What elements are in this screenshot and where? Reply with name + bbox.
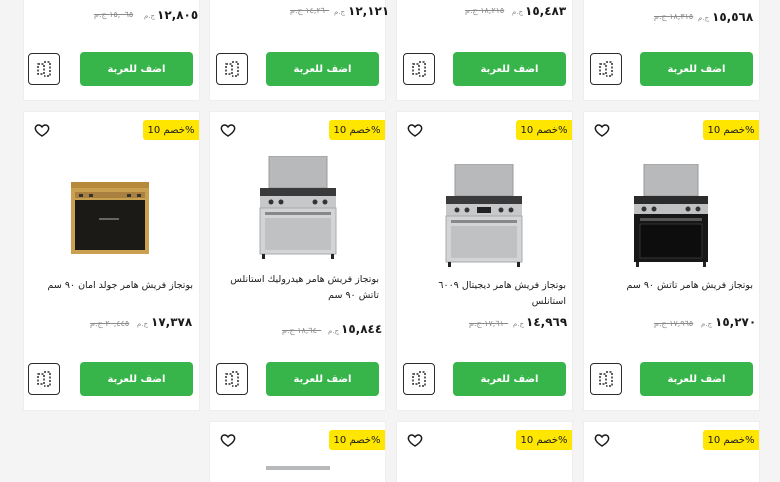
price-row: ١٥,٠٦٥ ج.م ج.م ١٢,٨٠٥ bbox=[24, 8, 199, 30]
product-name[interactable]: بوتجاز فريش هامر جولد امان ٩٠ سم bbox=[34, 278, 193, 294]
price-row: ١٨,٢١٥ ج.م ج.م ١٥,٤٨٣ bbox=[397, 4, 572, 26]
currency: ج.م bbox=[701, 320, 713, 328]
current-price: ١٤,٩٦٩ bbox=[526, 315, 568, 329]
current-price: ١٥,٨٤٤ bbox=[341, 322, 383, 336]
add-to-cart-button[interactable]: اضف للعربة bbox=[453, 362, 566, 396]
price-row: ١٤,٢٦٠ ج.م ج.م ١٢,١٢١ bbox=[210, 4, 389, 26]
old-price: ٢٠,٤٤٥ ج.م bbox=[90, 319, 130, 328]
currency: ج.م bbox=[144, 12, 156, 20]
old-price: ١٨,٢١٥ ج.م bbox=[465, 6, 505, 15]
current-price: ١٥,٥٦٨ bbox=[712, 10, 754, 24]
product-card: خصم 10% bbox=[584, 422, 759, 482]
current-price: ١٢,١٢١ bbox=[348, 4, 390, 18]
current-price: ١٥,٢٧٠ bbox=[715, 315, 757, 329]
currency: ج.م bbox=[698, 14, 710, 22]
product-image[interactable] bbox=[69, 178, 151, 256]
discount-badge: خصم 10% bbox=[516, 120, 572, 140]
currency: ج.م bbox=[512, 8, 524, 16]
compare-icon bbox=[412, 61, 426, 77]
product-card: خصم 10% بوتجاز فريش هامر تاتش ٩٠ سم ١٧,٩… bbox=[584, 112, 759, 410]
wishlist-heart-icon[interactable] bbox=[594, 122, 610, 138]
currency: ج.م bbox=[137, 320, 149, 328]
currency: ج.م bbox=[513, 320, 525, 328]
product-card: ١٨,٣١٥ ج.م ج.م ١٥,٥٦٨ اضف للعربة bbox=[584, 0, 759, 100]
product-image[interactable] bbox=[443, 164, 525, 268]
product-card: خصم 10% bbox=[210, 422, 385, 482]
old-price: ١٨,٦٤٠ ج.م bbox=[282, 326, 322, 335]
compare-icon bbox=[37, 371, 51, 387]
compare-button[interactable] bbox=[403, 53, 435, 85]
add-to-cart-button[interactable]: اضف للعربة bbox=[640, 362, 753, 396]
product-image[interactable] bbox=[632, 164, 710, 268]
add-to-cart-button[interactable]: اضف للعربة bbox=[640, 52, 753, 86]
compare-icon bbox=[599, 371, 613, 387]
product-image[interactable] bbox=[257, 156, 339, 260]
discount-badge: خصم 10% bbox=[329, 430, 385, 450]
compare-icon bbox=[37, 61, 51, 77]
old-price: ١٨,٣١٥ ج.م bbox=[654, 12, 694, 21]
product-card: خصم 10% bbox=[397, 422, 572, 482]
currency: ج.م bbox=[328, 327, 340, 335]
compare-icon bbox=[599, 61, 613, 77]
compare-button[interactable] bbox=[28, 53, 60, 85]
current-price: ١٢,٨٠٥ bbox=[157, 8, 199, 22]
product-card: ١٥,٠٦٥ ج.م ج.م ١٢,٨٠٥ اضف للعربة bbox=[24, 0, 199, 100]
compare-icon bbox=[225, 61, 239, 77]
price-row: ١٨,٦٤٠ ج.م ج.م ١٥,٨٤٤ bbox=[210, 322, 385, 344]
wishlist-heart-icon[interactable] bbox=[220, 432, 236, 448]
product-card: ١٨,٢١٥ ج.م ج.م ١٥,٤٨٣ اضف للعربة bbox=[397, 0, 572, 100]
price-row: ١٨,٣١٥ ج.م ج.م ١٥,٥٦٨ bbox=[584, 10, 759, 32]
compare-button[interactable] bbox=[590, 53, 622, 85]
compare-button[interactable] bbox=[590, 363, 622, 395]
discount-badge: خصم 10% bbox=[143, 120, 199, 140]
old-price: ١٧,٦١٠ ج.م bbox=[469, 319, 509, 328]
old-price: ١٧,٩٦٥ ج.م bbox=[654, 319, 694, 328]
wishlist-heart-icon[interactable] bbox=[407, 122, 423, 138]
compare-button[interactable] bbox=[28, 363, 60, 395]
currency: ج.م bbox=[334, 8, 346, 16]
product-name[interactable]: بوتجاز فريش هامر ديجيتال ٦٠٠٩ استانلس bbox=[407, 278, 566, 310]
product-card: خصم 10% بوتجاز فريش هامر ديجيتال ٦٠٠٩ اس… bbox=[397, 112, 572, 410]
compare-icon bbox=[225, 371, 239, 387]
current-price: ١٧,٣٧٨ bbox=[151, 315, 193, 329]
discount-badge: خصم 10% bbox=[516, 430, 572, 450]
discount-badge: خصم 10% bbox=[703, 430, 759, 450]
wishlist-heart-icon[interactable] bbox=[220, 122, 236, 138]
old-price: ١٥,٠٦٥ ج.م bbox=[94, 10, 134, 19]
compare-button[interactable] bbox=[216, 363, 248, 395]
add-to-cart-button[interactable]: اضف للعربة bbox=[453, 52, 566, 86]
price-row: ١٧,٦١٠ ج.م ج.م ١٤,٩٦٩ bbox=[397, 315, 572, 337]
compare-button[interactable] bbox=[216, 53, 248, 85]
discount-badge: خصم 10% bbox=[329, 120, 385, 140]
product-card: خصم 10% بوتجاز فريش هامر هيدروليك استانل… bbox=[210, 112, 385, 410]
discount-badge: خصم 10% bbox=[703, 120, 759, 140]
wishlist-heart-icon[interactable] bbox=[407, 432, 423, 448]
product-image[interactable] bbox=[266, 466, 330, 470]
add-to-cart-button[interactable]: اضف للعربة bbox=[80, 362, 193, 396]
wishlist-heart-icon[interactable] bbox=[594, 432, 610, 448]
wishlist-heart-icon[interactable] bbox=[34, 122, 50, 138]
price-row: ١٧,٩٦٥ ج.م ج.م ١٥,٢٧٠ bbox=[584, 315, 759, 337]
old-price: ١٤,٢٦٠ ج.م bbox=[290, 6, 330, 15]
price-row: ٢٠,٤٤٥ ج.م ج.م ١٧,٣٧٨ bbox=[24, 315, 199, 337]
product-card: ١٤,٢٦٠ ج.م ج.م ١٢,١٢١ اضف للعربة bbox=[210, 0, 389, 100]
product-name[interactable]: بوتجاز فريش هامر هيدروليك استانلس تاتش ٩… bbox=[220, 272, 379, 304]
add-to-cart-button[interactable]: اضف للعربة bbox=[266, 52, 379, 86]
add-to-cart-button[interactable]: اضف للعربة bbox=[266, 362, 379, 396]
add-to-cart-button[interactable]: اضف للعربة bbox=[80, 52, 193, 86]
product-card: خصم 10% بوتجاز فريش هامر جولد امان ٩٠ سم… bbox=[24, 112, 199, 410]
product-name[interactable]: بوتجاز فريش هامر تاتش ٩٠ سم bbox=[594, 278, 754, 294]
compare-button[interactable] bbox=[403, 363, 435, 395]
current-price: ١٥,٤٨٣ bbox=[525, 4, 567, 18]
compare-icon bbox=[412, 371, 426, 387]
